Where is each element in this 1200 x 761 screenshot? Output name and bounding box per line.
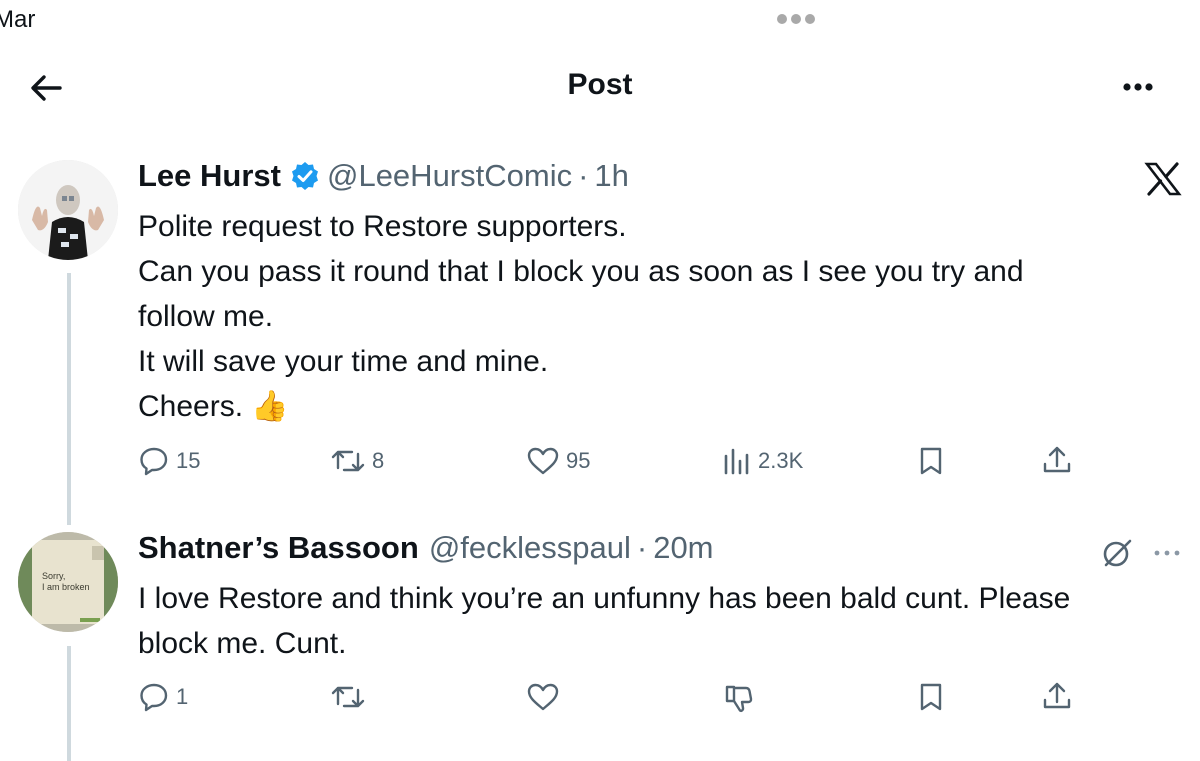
x-logo xyxy=(1144,162,1182,196)
reply-avatar[interactable]: Sorry, I am broken xyxy=(18,532,118,632)
repost-icon xyxy=(331,686,365,708)
author-handle[interactable]: @LeeHurstComic xyxy=(327,158,572,194)
reply-like-button[interactable] xyxy=(526,682,560,712)
repost-icon xyxy=(331,450,365,472)
verified-badge-icon xyxy=(291,162,318,190)
post-text: Polite request to Restore supporters. Ca… xyxy=(138,204,1024,429)
reply-repost-button[interactable] xyxy=(330,682,366,712)
status-bar-time: Mar xyxy=(0,6,36,33)
thread-line xyxy=(67,273,71,525)
reply-count: 1 xyxy=(176,684,189,709)
reply-icon xyxy=(140,683,168,712)
author-avatar-image xyxy=(18,160,118,260)
x-logo-icon xyxy=(1144,162,1182,196)
reply-button[interactable]: 15 xyxy=(138,446,200,476)
repost-count: 8 xyxy=(372,448,385,473)
avatar-sign-line-2: I am broken xyxy=(42,582,90,592)
post-line: follow me. xyxy=(138,300,274,333)
grok-icon xyxy=(1103,539,1132,567)
bookmark-button[interactable] xyxy=(916,446,946,476)
reply-more-button[interactable] xyxy=(1152,538,1182,568)
views-count: 2.3K xyxy=(758,448,804,473)
reply-avatar-image: Sorry, I am broken xyxy=(18,532,118,632)
repost-button[interactable]: 8 xyxy=(330,446,384,476)
post-line: Polite request to Restore supporters. xyxy=(138,210,627,243)
reply-text: I love Restore and think you’re an unfun… xyxy=(138,576,1070,666)
reply-author-handle[interactable]: @fecklesspaul xyxy=(429,530,631,566)
views-button[interactable]: 2.3K xyxy=(722,446,803,476)
analytics-icon xyxy=(724,448,749,475)
reply-share-button[interactable] xyxy=(1041,680,1073,712)
dot-separator: · xyxy=(578,158,589,193)
dot-separator: · xyxy=(636,530,648,565)
grok-button[interactable] xyxy=(1098,534,1136,572)
reply-icon xyxy=(140,447,168,476)
like-count: 95 xyxy=(566,448,591,473)
avatar[interactable] xyxy=(18,160,118,260)
post-line-last: Cheers. 👍 xyxy=(138,384,1024,429)
post-line: Can you pass it round that I block you a… xyxy=(138,255,1024,288)
post-header: Lee Hurst @LeeHurstComic · 1h xyxy=(138,158,629,194)
share-button[interactable] xyxy=(1041,444,1073,476)
page-title: Post xyxy=(567,68,633,101)
reply-line: block me. Cunt. xyxy=(138,627,347,660)
post-line: Cheers. xyxy=(138,390,244,423)
thread-line xyxy=(67,646,71,761)
more-horizontal-icon xyxy=(1123,83,1153,91)
heart-icon xyxy=(527,447,559,475)
thumbs-up-emoji: 👍 xyxy=(251,390,289,423)
share-icon xyxy=(1043,446,1071,473)
more-horizontal-icon xyxy=(1154,550,1180,556)
reply-header: Shatner’s Bassoon @fecklesspaul · 20m xyxy=(138,530,714,566)
reply-line: I love Restore and think you’re an unfun… xyxy=(138,582,1071,615)
reply-bookmark-button[interactable] xyxy=(916,682,946,712)
post-line: It will save your time and mine. xyxy=(138,345,549,378)
author-name[interactable]: Lee Hurst xyxy=(138,158,281,194)
like-button[interactable]: 95 xyxy=(526,446,590,476)
post-timestamp[interactable]: 1h xyxy=(594,158,628,194)
avatar-sign-line-1: Sorry, xyxy=(42,571,65,581)
reply-reply-button[interactable]: 1 xyxy=(138,682,188,712)
multitask-handle[interactable] xyxy=(777,14,815,24)
thumbs-down-icon xyxy=(725,685,753,713)
reply-author-name[interactable]: Shatner’s Bassoon xyxy=(138,530,419,566)
reply-timestamp[interactable]: 20m xyxy=(653,530,713,566)
bookmark-icon xyxy=(920,447,942,475)
share-icon xyxy=(1043,682,1071,709)
more-options-button[interactable] xyxy=(1118,70,1158,104)
reply-count: 15 xyxy=(176,448,201,473)
heart-icon xyxy=(527,683,559,711)
reply-dislike-button[interactable] xyxy=(722,682,754,714)
bookmark-icon xyxy=(920,683,942,711)
